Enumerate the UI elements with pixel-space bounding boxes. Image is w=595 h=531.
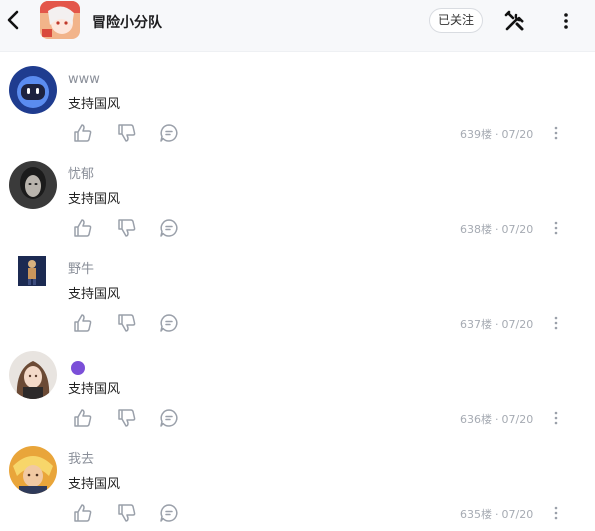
comment-text: 支持国风 bbox=[68, 477, 121, 492]
floor-number: 636楼 bbox=[460, 413, 492, 426]
comment-bubble-icon[interactable] bbox=[158, 217, 180, 239]
more-vertical-icon[interactable] bbox=[549, 219, 563, 237]
floor-number: 635楼 bbox=[460, 508, 492, 521]
comment-text: 支持国风 bbox=[68, 97, 121, 112]
thumbs-up-icon[interactable] bbox=[72, 502, 94, 524]
username[interactable]: 我去 bbox=[68, 452, 94, 468]
meta-separator: · bbox=[495, 128, 499, 141]
username[interactable]: www bbox=[68, 72, 100, 88]
comment-text: 支持国风 bbox=[68, 287, 121, 302]
comment-bubble-icon[interactable] bbox=[158, 407, 180, 429]
comment-date: 07/20 bbox=[501, 128, 534, 141]
follow-button[interactable]: 已关注 bbox=[429, 8, 483, 33]
more-vertical-icon[interactable] bbox=[549, 314, 563, 332]
more-vertical-icon[interactable] bbox=[549, 504, 563, 522]
comment-item: www 支持国风 639楼 · 07/20 bbox=[0, 52, 595, 147]
tools-icon[interactable] bbox=[503, 9, 527, 33]
thumbs-down-icon[interactable] bbox=[116, 502, 138, 524]
group-name: 冒险小分队 bbox=[92, 15, 162, 31]
more-vertical-icon[interactable] bbox=[556, 9, 576, 33]
comment-meta: 635楼 · 07/20 bbox=[460, 506, 533, 522]
username[interactable]: 忧郁 bbox=[68, 167, 94, 183]
avatar[interactable] bbox=[9, 446, 57, 494]
comment-bubble-icon[interactable] bbox=[158, 312, 180, 334]
back-arrow-icon[interactable] bbox=[2, 8, 26, 32]
thumbs-down-icon[interactable] bbox=[116, 122, 138, 144]
comment-date: 07/20 bbox=[501, 223, 534, 236]
comment-date: 07/20 bbox=[501, 413, 534, 426]
more-vertical-icon[interactable] bbox=[549, 124, 563, 142]
more-vertical-icon[interactable] bbox=[549, 409, 563, 427]
floor-number: 638楼 bbox=[460, 223, 492, 236]
avatar[interactable] bbox=[9, 161, 57, 209]
comment-bubble-icon[interactable] bbox=[158, 122, 180, 144]
thumbs-up-icon[interactable] bbox=[72, 122, 94, 144]
comment-bubble-icon[interactable] bbox=[158, 502, 180, 524]
floor-number: 639楼 bbox=[460, 128, 492, 141]
meta-separator: · bbox=[495, 223, 499, 236]
thumbs-down-icon[interactable] bbox=[116, 407, 138, 429]
comment-text: 支持国风 bbox=[68, 192, 121, 207]
comment-item: 我去 支持国风 635楼 · 07/20 bbox=[0, 432, 595, 527]
comment-meta: 637楼 · 07/20 bbox=[460, 316, 533, 332]
username[interactable]: 野牛 bbox=[68, 262, 94, 278]
comment-list: www 支持国风 639楼 · 07/20 忧郁 支持国风 638楼 · 07/… bbox=[0, 52, 595, 527]
meta-separator: · bbox=[495, 413, 499, 426]
comment-date: 07/20 bbox=[501, 508, 534, 521]
top-bar: 冒险小分队 已关注 bbox=[0, 0, 595, 52]
thumbs-up-icon[interactable] bbox=[72, 312, 94, 334]
thumbs-up-icon[interactable] bbox=[72, 217, 94, 239]
user-badge-icon bbox=[71, 361, 85, 375]
comment-item: 野牛 支持国风 637楼 · 07/20 bbox=[0, 242, 595, 337]
comment-item: 忧郁 支持国风 638楼 · 07/20 bbox=[0, 147, 595, 242]
avatar[interactable] bbox=[18, 256, 46, 286]
thumbs-up-icon[interactable] bbox=[72, 407, 94, 429]
comment-meta: 639楼 · 07/20 bbox=[460, 126, 533, 142]
thumbs-down-icon[interactable] bbox=[116, 217, 138, 239]
floor-number: 637楼 bbox=[460, 318, 492, 331]
comment-item: 支持国风 636楼 · 07/20 bbox=[0, 337, 595, 432]
group-avatar[interactable] bbox=[40, 1, 80, 39]
comment-text: 支持国风 bbox=[68, 382, 121, 397]
comment-meta: 636楼 · 07/20 bbox=[460, 411, 533, 427]
avatar[interactable] bbox=[9, 351, 57, 399]
avatar[interactable] bbox=[9, 66, 57, 114]
thumbs-down-icon[interactable] bbox=[116, 312, 138, 334]
meta-separator: · bbox=[495, 318, 499, 331]
comment-meta: 638楼 · 07/20 bbox=[460, 221, 533, 237]
comment-date: 07/20 bbox=[501, 318, 534, 331]
meta-separator: · bbox=[495, 508, 499, 521]
